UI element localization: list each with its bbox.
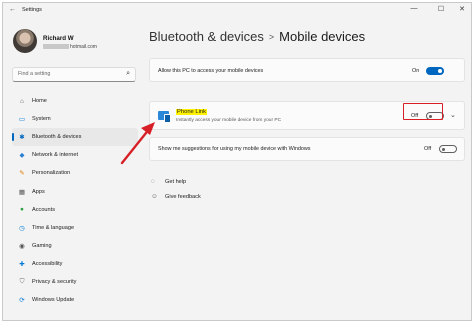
annotation-arrow	[120, 122, 155, 165]
arrow-head	[141, 122, 155, 135]
arrow-shaft	[120, 126, 152, 165]
